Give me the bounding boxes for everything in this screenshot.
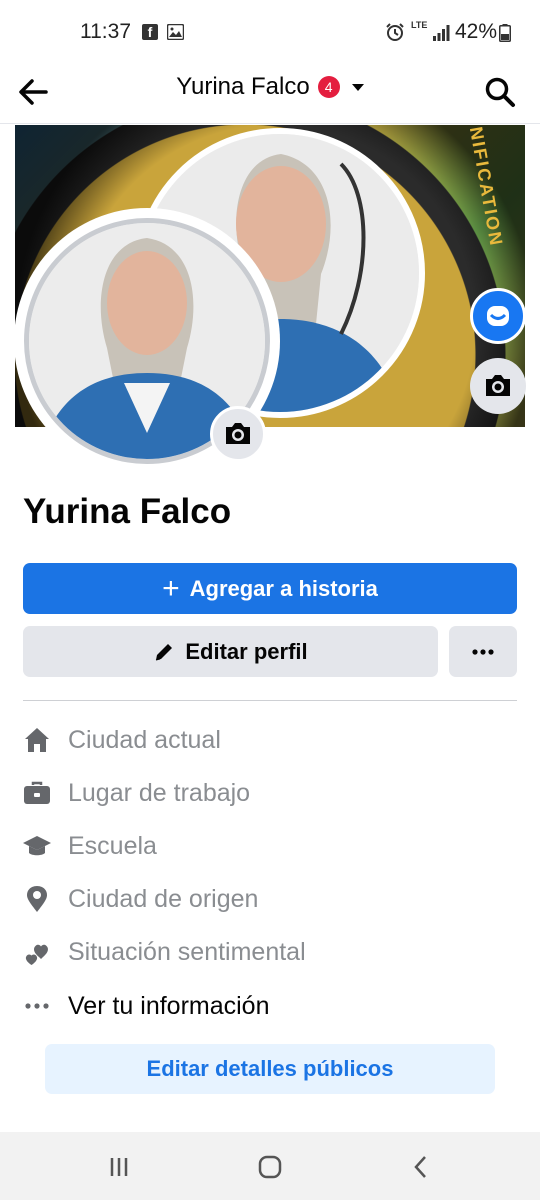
- hearts-icon: [20, 935, 54, 969]
- more-horizontal-icon: [20, 989, 54, 1023]
- section-divider: [23, 700, 517, 701]
- profile-header: Yurina Falco 4: [0, 66, 540, 124]
- image-notification-icon: [167, 24, 184, 40]
- more-horizontal-icon: [472, 648, 494, 655]
- alarm-icon: [386, 23, 404, 41]
- search-icon[interactable]: [482, 74, 518, 110]
- notification-badge: 4: [317, 76, 340, 98]
- back-nav-icon[interactable]: [406, 1152, 436, 1182]
- see-your-info[interactable]: Ver tu información: [20, 986, 270, 1026]
- more-options-button[interactable]: [449, 626, 517, 677]
- battery-percent: 42%: [455, 20, 498, 43]
- header-title: Yurina Falco: [176, 73, 310, 100]
- edit-profile-button[interactable]: Editar perfil: [23, 626, 438, 677]
- network-label: LTE: [411, 20, 428, 30]
- system-nav-bar: [0, 1132, 540, 1200]
- battery-icon: [499, 24, 511, 42]
- avatar-icon: [487, 306, 509, 326]
- detail-school[interactable]: Escuela: [20, 826, 157, 866]
- edit-public-details-button[interactable]: Editar detalles públicos: [45, 1044, 495, 1094]
- camera-icon: [486, 375, 510, 396]
- chevron-down-icon: [351, 83, 364, 91]
- detail-label: Ciudad actual: [68, 725, 221, 754]
- briefcase-icon: [20, 776, 54, 810]
- detail-label: Ver tu información: [68, 991, 270, 1020]
- detail-workplace[interactable]: Lugar de trabajo: [20, 773, 250, 813]
- home-button-icon[interactable]: [255, 1152, 285, 1182]
- camera-icon: [226, 423, 250, 444]
- add-to-story-button[interactable]: + Agregar a historia: [23, 563, 517, 614]
- detail-hometown[interactable]: Ciudad de origen: [20, 879, 258, 919]
- home-icon: [20, 723, 54, 757]
- plus-icon: +: [162, 571, 180, 605]
- facebook-notification-icon: f: [142, 24, 158, 40]
- avatar-button[interactable]: [470, 288, 526, 344]
- status-time: 11:37: [80, 20, 131, 43]
- add-to-story-label: Agregar a historia: [189, 575, 378, 601]
- detail-label: Ciudad de origen: [68, 884, 259, 913]
- cover-camera-button[interactable]: [470, 358, 526, 414]
- detail-current-city[interactable]: Ciudad actual: [20, 720, 221, 760]
- detail-relationship[interactable]: Situación sentimental: [20, 932, 306, 972]
- detail-label: Situación sentimental: [68, 937, 306, 966]
- edit-profile-label: Editar perfil: [185, 638, 308, 664]
- detail-label: Escuela: [68, 831, 157, 860]
- graduation-cap-icon: [20, 829, 54, 863]
- location-pin-icon: [20, 882, 54, 916]
- status-bar: 11:37 f LTE 42%: [0, 0, 540, 66]
- recent-apps-icon[interactable]: [104, 1152, 134, 1182]
- profile-name: Yurina Falco: [23, 492, 232, 531]
- signal-icon: [433, 25, 450, 41]
- pencil-icon: [156, 643, 173, 660]
- profile-switcher[interactable]: Yurina Falco 4: [0, 73, 540, 101]
- detail-label: Lugar de trabajo: [68, 778, 251, 807]
- profile-camera-button[interactable]: [210, 406, 266, 462]
